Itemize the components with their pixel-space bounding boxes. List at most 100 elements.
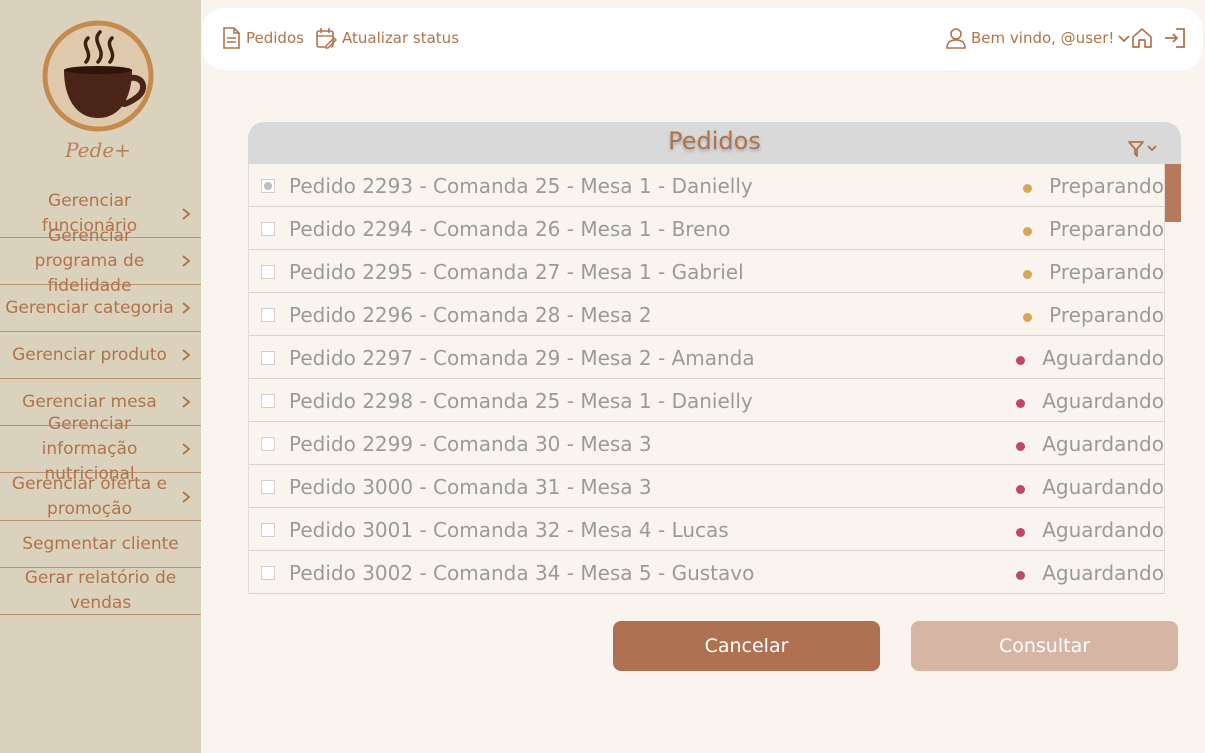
order-row[interactable]: Pedido 2294 - Comanda 26 - Mesa 1 - Bren…	[249, 207, 1164, 250]
order-checkbox[interactable]	[261, 523, 275, 537]
order-status: Aguardando	[1016, 379, 1164, 423]
logout-icon	[1165, 28, 1185, 48]
order-label: Pedido 2293 - Comanda 25 - Mesa 1 - Dani…	[289, 174, 753, 198]
user-icon	[946, 28, 966, 49]
consult-button[interactable]: Consultar	[911, 621, 1178, 671]
order-label: Pedido 2297 - Comanda 29 - Mesa 2 - Aman…	[289, 346, 755, 370]
orders-panel-header: Pedidos	[248, 122, 1181, 164]
sidebar-item-label: Gerenciar categoria	[5, 297, 174, 318]
update-status-link[interactable]: Atualizar status	[315, 25, 459, 51]
orders-list: Pedido 2293 - Comanda 25 - Mesa 1 - Dani…	[248, 164, 1164, 594]
order-checkbox[interactable]	[261, 480, 275, 494]
order-status: Aguardando	[1016, 422, 1164, 466]
order-checkbox[interactable]	[261, 351, 275, 365]
order-row[interactable]: Pedido 2298 - Comanda 25 - Mesa 1 - Dani…	[249, 379, 1164, 422]
chevron-right-icon	[182, 490, 191, 503]
order-checkbox[interactable]	[261, 222, 275, 236]
order-checkbox[interactable]	[261, 566, 275, 580]
welcome-text: Bem vindo, @user!	[971, 29, 1115, 47]
chevron-right-icon	[182, 349, 191, 361]
status-dot-icon	[1016, 484, 1026, 494]
order-row[interactable]: Pedido 2295 - Comanda 27 - Mesa 1 - Gabr…	[249, 250, 1164, 293]
order-status-text: Preparando	[1049, 303, 1164, 327]
chevron-right-icon	[182, 443, 191, 455]
cancel-button[interactable]: Cancelar	[613, 621, 880, 671]
sidebar-item-gerenciar-informacao-nutricional[interactable]: Gerenciar informação nutricional	[0, 414, 201, 484]
sidebar-item-gerenciar-programa-fidelidade[interactable]: Gerenciar programa de fidelidade	[0, 226, 201, 296]
order-row[interactable]: Pedido 3001 - Comanda 32 - Mesa 4 - Luca…	[249, 508, 1164, 551]
status-dot-icon	[1023, 183, 1033, 193]
order-label: Pedido 2296 - Comanda 28 - Mesa 2	[289, 303, 652, 327]
sidebar-item-segmentar-cliente[interactable]: Segmentar cliente	[0, 521, 201, 568]
order-label: Pedido 2299 - Comanda 30 - Mesa 3	[289, 432, 652, 456]
panel-title: Pedidos	[668, 127, 761, 155]
chevron-right-icon	[182, 255, 191, 267]
sidebar: Pede+ Gerenciar funcionário Gerenciar pr…	[0, 0, 201, 753]
sidebar-item-gerenciar-oferta-promocao[interactable]: Gerenciar oferta e promoção	[0, 473, 201, 521]
logout-button[interactable]	[1164, 25, 1191, 51]
chevron-down-icon	[1118, 35, 1131, 43]
order-status: Preparando	[1023, 164, 1164, 208]
order-status-text: Preparando	[1049, 217, 1164, 241]
calendar-edit-icon	[316, 28, 337, 49]
order-checkbox[interactable]	[261, 394, 275, 408]
top-bar: Pedidos Atualizar status Bem vindo, @use…	[202, 8, 1203, 70]
home-button[interactable]	[1131, 25, 1158, 51]
order-status: Preparando	[1023, 250, 1164, 294]
orders-link-label: Pedidos	[246, 29, 304, 47]
order-checkbox[interactable]	[261, 437, 275, 451]
sidebar-item-gerenciar-produto[interactable]: Gerenciar produto	[0, 332, 201, 379]
order-status-text: Aguardando	[1042, 518, 1164, 542]
home-icon	[1132, 28, 1152, 48]
order-row[interactable]: Pedido 2297 - Comanda 29 - Mesa 2 - Aman…	[249, 336, 1164, 379]
orders-panel: Pedidos Pedido 2293 - Comanda 25 - Mesa …	[248, 122, 1181, 594]
status-dot-icon	[1016, 527, 1026, 537]
chevron-right-icon	[182, 302, 191, 314]
sidebar-item-label: Gerenciar produto	[12, 344, 167, 365]
status-dot-icon	[1016, 570, 1026, 580]
order-row[interactable]: Pedido 3000 - Comanda 31 - Mesa 3 Aguarda…	[249, 465, 1164, 508]
order-status-text: Aguardando	[1042, 432, 1164, 456]
status-dot-icon	[1016, 355, 1026, 365]
order-status: Aguardando	[1016, 336, 1164, 380]
orders-scrollbar[interactable]	[1164, 164, 1181, 594]
order-row[interactable]: Pedido 2293 - Comanda 25 - Mesa 1 - Dani…	[249, 164, 1164, 207]
order-status-text: Preparando	[1049, 260, 1164, 284]
order-label: Pedido 2295 - Comanda 27 - Mesa 1 - Gabr…	[289, 260, 744, 284]
sidebar-menu: Gerenciar funcionário Gerenciar programa…	[0, 191, 201, 615]
order-row[interactable]: Pedido 3002 - Comanda 34 - Mesa 5 - Gust…	[249, 551, 1164, 594]
order-status: Preparando	[1023, 293, 1164, 337]
status-dot-icon	[1016, 398, 1026, 408]
sidebar-item-label: Gerar relatório de vendas	[24, 568, 177, 613]
order-status: Preparando	[1023, 207, 1164, 251]
sidebar-item-label: Gerenciar oferta e promoção	[11, 473, 168, 519]
status-dot-icon	[1023, 312, 1033, 322]
order-status-text: Aguardando	[1042, 346, 1164, 370]
order-checkbox[interactable]	[261, 265, 275, 279]
scrollbar-thumb[interactable]	[1165, 164, 1181, 222]
order-status: Aguardando	[1016, 465, 1164, 509]
filter-button[interactable]	[1127, 133, 1161, 157]
order-label: Pedido 2294 - Comanda 26 - Mesa 1 - Bren…	[289, 217, 731, 241]
orders-link[interactable]: Pedidos	[222, 25, 304, 51]
coffee-cup-logo-icon	[42, 20, 154, 132]
order-checkbox[interactable]	[261, 308, 275, 322]
status-dot-icon	[1016, 441, 1026, 451]
sidebar-item-gerenciar-categoria[interactable]: Gerenciar categoria	[0, 285, 201, 332]
chevron-right-icon	[182, 208, 191, 220]
order-label: Pedido 3001 - Comanda 32 - Mesa 4 - Luca…	[289, 518, 729, 542]
user-menu[interactable]: Bem vindo, @user!	[946, 25, 1136, 51]
status-dot-icon	[1023, 269, 1033, 279]
order-row[interactable]: Pedido 2299 - Comanda 30 - Mesa 3 Aguarda…	[249, 422, 1164, 465]
order-status-text: Aguardando	[1042, 389, 1164, 413]
update-status-link-label: Atualizar status	[342, 29, 460, 47]
order-status: Aguardando	[1016, 551, 1164, 594]
status-dot-icon	[1023, 226, 1033, 236]
order-status: Aguardando	[1016, 508, 1164, 552]
order-label: Pedido 2298 - Comanda 25 - Mesa 1 - Dani…	[289, 389, 753, 413]
chevron-right-icon	[182, 396, 191, 408]
order-row[interactable]: Pedido 2296 - Comanda 28 - Mesa 2 Prepara…	[249, 293, 1164, 336]
order-checkbox[interactable]	[261, 179, 275, 193]
order-status-text: Aguardando	[1042, 561, 1164, 585]
sidebar-item-gerar-relatorio-vendas[interactable]: Gerar relatório de vendas	[0, 568, 201, 615]
